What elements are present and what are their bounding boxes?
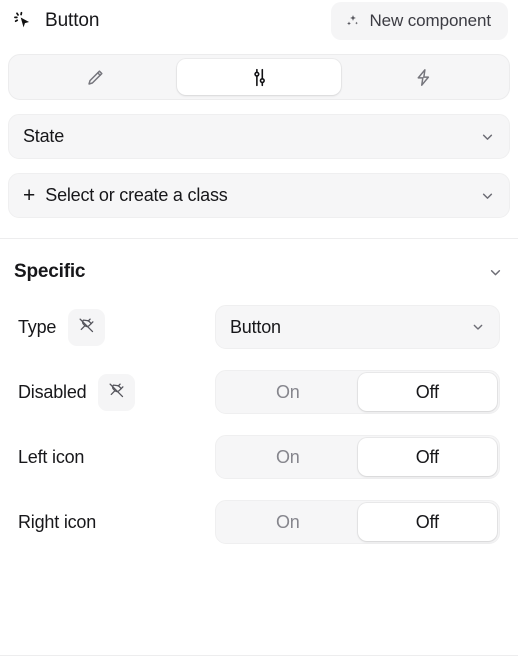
property-label-left-icon: Left icon bbox=[18, 446, 85, 467]
component-settings-panel: Button New component State + Select or c… bbox=[0, 0, 518, 670]
plug-icon bbox=[108, 382, 125, 402]
plug-icon-button-disabled[interactable] bbox=[98, 373, 136, 411]
disabled-option-off[interactable]: Off bbox=[357, 373, 497, 411]
sliders-icon bbox=[249, 67, 270, 88]
class-select-value: Select or create a class bbox=[45, 185, 228, 205]
state-select[interactable]: State bbox=[8, 114, 510, 159]
chevron-down-icon bbox=[470, 319, 486, 335]
right-icon-option-on[interactable]: On bbox=[218, 503, 358, 541]
selector-group: State + Select or create a class bbox=[0, 100, 518, 218]
property-rows: Type Button Disabled On Off Left icon On… bbox=[0, 283, 518, 544]
plug-icon bbox=[78, 317, 95, 337]
tabbar bbox=[8, 54, 510, 100]
property-row-right-icon: Right icon On Off bbox=[18, 500, 500, 544]
cursor-click-icon bbox=[12, 10, 34, 32]
section-header-specific[interactable]: Specific bbox=[0, 239, 518, 283]
type-select[interactable]: Button bbox=[215, 305, 500, 349]
panel-header: Button New component bbox=[0, 0, 518, 42]
property-label-right-icon: Right icon bbox=[18, 511, 97, 532]
chevron-down-icon bbox=[479, 128, 496, 145]
pencil-icon bbox=[85, 67, 106, 88]
divider-bottom bbox=[0, 655, 518, 656]
disabled-option-on[interactable]: On bbox=[218, 373, 358, 411]
left-icon-segmented-control: On Off bbox=[215, 435, 500, 479]
chevron-down-icon bbox=[487, 264, 504, 281]
state-select-value: State bbox=[23, 126, 65, 146]
property-label-type: Type bbox=[18, 316, 57, 337]
property-row-disabled: Disabled On Off bbox=[18, 370, 500, 414]
property-label-disabled: Disabled bbox=[18, 381, 87, 402]
type-select-value: Button bbox=[230, 316, 281, 337]
lightning-icon bbox=[413, 67, 434, 88]
tabbar-wrapper bbox=[0, 42, 518, 100]
left-icon-option-off[interactable]: Off bbox=[357, 438, 497, 476]
plus-icon: + bbox=[23, 183, 36, 207]
right-icon-segmented-control: On Off bbox=[215, 500, 500, 544]
left-icon-option-on[interactable]: On bbox=[218, 438, 358, 476]
disabled-segmented-control: On Off bbox=[215, 370, 500, 414]
page-title: Button bbox=[45, 10, 100, 31]
property-row-left-icon: Left icon On Off bbox=[18, 435, 500, 479]
tab-actions[interactable] bbox=[341, 59, 505, 95]
new-component-button[interactable]: New component bbox=[331, 2, 508, 40]
tab-settings[interactable] bbox=[177, 59, 341, 95]
new-component-label: New component bbox=[369, 11, 491, 30]
plug-icon-button-type[interactable] bbox=[68, 308, 106, 346]
property-control-disabled: On Off bbox=[215, 370, 500, 414]
section-title: Specific bbox=[14, 261, 86, 282]
tab-style[interactable] bbox=[13, 59, 177, 95]
property-control-type: Button bbox=[215, 305, 500, 349]
panel-header-left: Button bbox=[12, 10, 99, 32]
right-icon-option-off[interactable]: Off bbox=[357, 503, 497, 541]
class-select[interactable]: + Select or create a class bbox=[8, 173, 510, 218]
property-control-left-icon: On Off bbox=[215, 435, 500, 479]
chevron-down-icon bbox=[479, 187, 496, 204]
property-row-type: Type Button bbox=[18, 305, 500, 349]
sparkles-icon bbox=[345, 13, 361, 29]
property-control-right-icon: On Off bbox=[215, 500, 500, 544]
